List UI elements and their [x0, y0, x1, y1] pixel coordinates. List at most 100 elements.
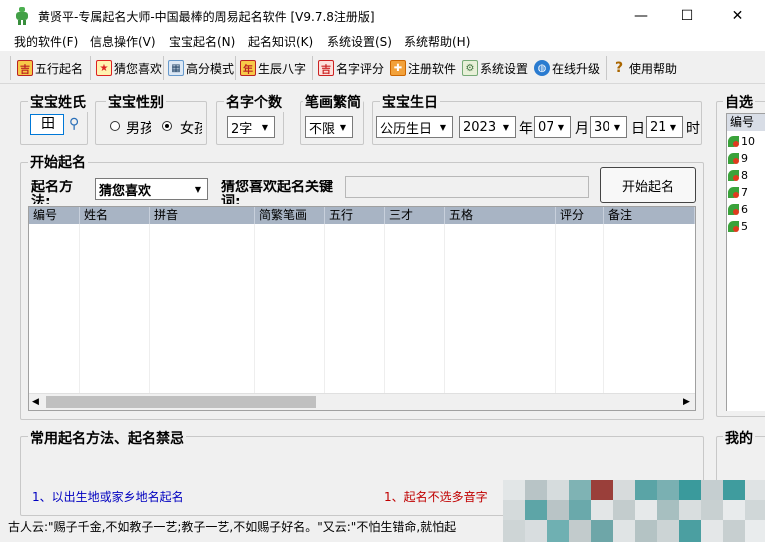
method-tip: 1、以出生地或家乡地名起名 — [32, 490, 184, 504]
online-upgrade-button[interactable]: ◍ 在线升级 — [534, 57, 600, 79]
leaf-icon — [728, 170, 739, 181]
surname-label: 宝宝姓氏 — [28, 92, 88, 112]
day-select[interactable]: 30 ▼ — [590, 116, 627, 138]
grid-line — [254, 224, 255, 394]
column-header[interactable]: 五行 — [325, 207, 385, 224]
month-select[interactable]: 07 ▼ — [534, 116, 571, 138]
results-table[interactable]: 编号 姓名 拼音 简繁笔画 五行 三才 五格 评分 备注 ◀ ▶ — [28, 206, 696, 411]
register-software-button[interactable]: ✚ 注册软件 — [390, 57, 456, 79]
male-radio[interactable] — [110, 121, 120, 131]
gender-label: 宝宝性别 — [106, 92, 166, 112]
column-header[interactable]: 姓名 — [80, 207, 150, 224]
chevron-down-icon: ▼ — [498, 118, 514, 136]
system-settings-button[interactable]: ⚙ 系统设置 — [462, 57, 528, 79]
favorites-label: 自选 — [723, 92, 755, 112]
list-item[interactable]: 6 — [728, 201, 748, 218]
keyword-label: 猜您喜欢起名关键词: — [221, 180, 333, 204]
list-item[interactable]: 8 — [728, 167, 748, 184]
name-count-label: 名字个数 — [224, 92, 284, 112]
grid-line — [384, 224, 385, 394]
column-header[interactable]: 编号 — [29, 207, 80, 224]
bazi-button[interactable]: 年 生辰八字 — [240, 57, 306, 79]
leaf-icon — [728, 136, 739, 147]
scrollbar-thumb[interactable] — [46, 396, 316, 408]
status-text: 古人云:"赐子千金,不如教子一艺;教子一艺,不如赐子好名。"又云:"不怕生错命,… — [8, 520, 457, 534]
help-button[interactable]: ? 使用帮助 — [611, 57, 677, 79]
menu-system-help[interactable]: 系统帮助(H) — [404, 33, 470, 50]
start-naming-button[interactable]: 开始起名 — [600, 167, 696, 203]
column-header[interactable]: 简繁笔画 — [255, 207, 325, 224]
chevron-down-icon: ▼ — [190, 180, 206, 198]
method-select[interactable]: 猜您喜欢 ▼ — [95, 178, 208, 200]
globe-icon: ◍ — [534, 60, 550, 76]
chevron-down-icon: ▼ — [257, 118, 273, 136]
list-item[interactable]: 5 — [728, 218, 748, 235]
method-label: 起名方法: — [31, 180, 73, 204]
toolbar-separator — [163, 56, 164, 80]
grid-line — [79, 224, 80, 394]
search-icon[interactable]: ⚲ — [69, 116, 79, 132]
list-item[interactable]: 10 — [728, 133, 755, 150]
female-radio-dot — [165, 124, 169, 128]
nian-icon: 年 — [240, 60, 256, 76]
column-header[interactable]: 评分 — [556, 207, 604, 224]
window-title: 黄贤平-专属起名大师-中国最棒的周易起名软件 [V9.7.8注册版] — [38, 10, 375, 24]
month-unit: 月 — [575, 121, 589, 137]
column-header[interactable]: 拼音 — [150, 207, 255, 224]
high-score-mode-button[interactable]: ▦ 高分模式 — [168, 57, 234, 79]
grid-line — [149, 224, 150, 394]
chart-icon: ▦ — [168, 60, 184, 76]
toolbar-separator — [606, 56, 607, 80]
female-label[interactable]: 女孩 — [180, 118, 202, 138]
column-header[interactable]: 五格 — [445, 207, 556, 224]
chevron-down-icon: ▼ — [609, 118, 625, 136]
close-button[interactable]: ✕ — [710, 0, 765, 31]
grid-line — [603, 224, 604, 394]
grid-line — [555, 224, 556, 394]
guess-you-like-button[interactable]: ★ 猜您喜欢 — [96, 57, 162, 79]
obscured-region — [503, 480, 765, 542]
scroll-left-icon[interactable]: ◀ — [32, 397, 39, 407]
maximize-button[interactable]: ☐ — [664, 0, 710, 31]
menu-my-software[interactable]: 我的软件(F) — [14, 33, 78, 50]
menu-naming-knowledge[interactable]: 起名知识(K) — [248, 33, 313, 50]
favorites-header: 编号 — [727, 114, 765, 131]
male-label[interactable]: 男孩 — [126, 118, 151, 138]
question-icon: ? — [614, 60, 624, 76]
minimize-button[interactable]: — — [618, 0, 664, 31]
toolbar-separator — [90, 56, 91, 80]
ji-icon: 吉 — [17, 60, 33, 76]
calendar-type-select[interactable]: 公历生日 ▼ — [376, 116, 453, 138]
strokes-select[interactable]: 不限 ▼ — [305, 116, 353, 138]
wuxing-naming-button[interactable]: 吉 五行起名 — [17, 57, 83, 79]
column-header[interactable]: 三才 — [385, 207, 445, 224]
hour-select[interactable]: 21 ▼ — [646, 116, 683, 138]
surname-input[interactable]: 田 — [30, 114, 64, 135]
scroll-right-icon[interactable]: ▶ — [683, 397, 690, 407]
name-score-button[interactable]: 吉 名字评分 — [318, 57, 384, 79]
leaf-icon — [728, 221, 739, 232]
year-select[interactable]: 2023 ▼ — [459, 116, 516, 138]
birthday-label: 宝宝生日 — [380, 92, 440, 112]
chevron-down-icon: ▼ — [335, 118, 351, 136]
horizontal-scrollbar[interactable]: ◀ ▶ — [29, 393, 695, 410]
score-icon: 吉 — [318, 60, 334, 76]
settings-icon: ⚙ — [462, 60, 478, 76]
start-naming-label: 开始起名 — [28, 152, 88, 172]
grid-line — [324, 224, 325, 394]
app-icon — [14, 7, 30, 25]
taboo-tip: 1、起名不选多音字 — [384, 490, 488, 504]
day-unit: 日 — [631, 121, 645, 137]
leaf-icon — [728, 204, 739, 215]
female-radio[interactable] — [162, 121, 172, 131]
list-item[interactable]: 9 — [728, 150, 748, 167]
menu-info-ops[interactable]: 信息操作(V) — [90, 33, 156, 50]
strokes-label: 笔画繁简 — [303, 92, 363, 112]
chevron-down-icon: ▼ — [553, 118, 569, 136]
menu-baby-naming[interactable]: 宝宝起名(N) — [169, 33, 235, 50]
name-count-select[interactable]: 2字 ▼ — [227, 116, 275, 138]
list-item[interactable]: 7 — [728, 184, 748, 201]
keyword-input[interactable] — [345, 176, 589, 198]
menu-system-settings[interactable]: 系统设置(S) — [327, 33, 392, 50]
column-header[interactable]: 备注 — [604, 207, 695, 224]
